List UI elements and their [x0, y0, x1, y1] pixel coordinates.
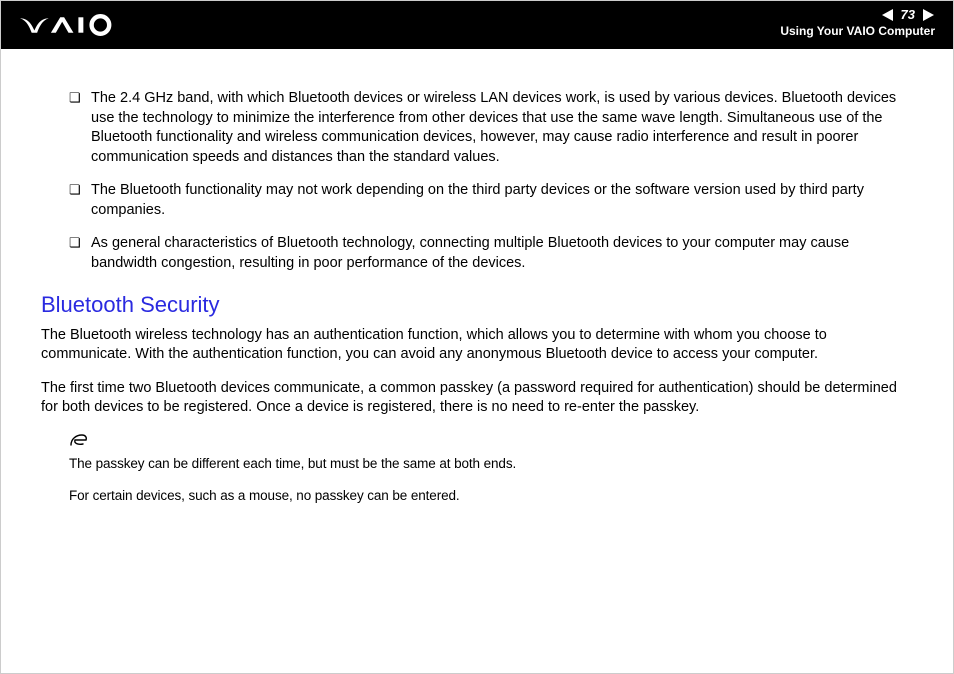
list-item: The Bluetooth functionality may not work… [69, 181, 913, 220]
next-page-icon[interactable] [921, 8, 935, 22]
page-navigator: 73 [780, 7, 935, 22]
body-paragraph: The first time two Bluetooth devices com… [41, 379, 913, 418]
note-block: The passkey can be different each time, … [69, 432, 913, 505]
page-content: The 2.4 GHz band, with which Bluetooth d… [1, 49, 953, 505]
note-text: The passkey can be different each time, … [69, 455, 913, 473]
prev-page-icon[interactable] [881, 8, 895, 22]
page-number: 73 [897, 7, 919, 22]
note-text: For certain devices, such as a mouse, no… [69, 487, 913, 505]
section-heading: Bluetooth Security [41, 292, 913, 318]
bullet-list: The 2.4 GHz band, with which Bluetooth d… [69, 89, 913, 274]
header-right: 73 Using Your VAIO Computer [780, 7, 935, 38]
vaio-logo [19, 11, 129, 39]
list-item: As general characteristics of Bluetooth … [69, 234, 913, 273]
list-item: The 2.4 GHz band, with which Bluetooth d… [69, 89, 913, 167]
page-header: 73 Using Your VAIO Computer [1, 1, 953, 49]
body-paragraph: The Bluetooth wireless technology has an… [41, 326, 913, 365]
note-icon [69, 432, 913, 453]
header-subtitle: Using Your VAIO Computer [780, 24, 935, 38]
